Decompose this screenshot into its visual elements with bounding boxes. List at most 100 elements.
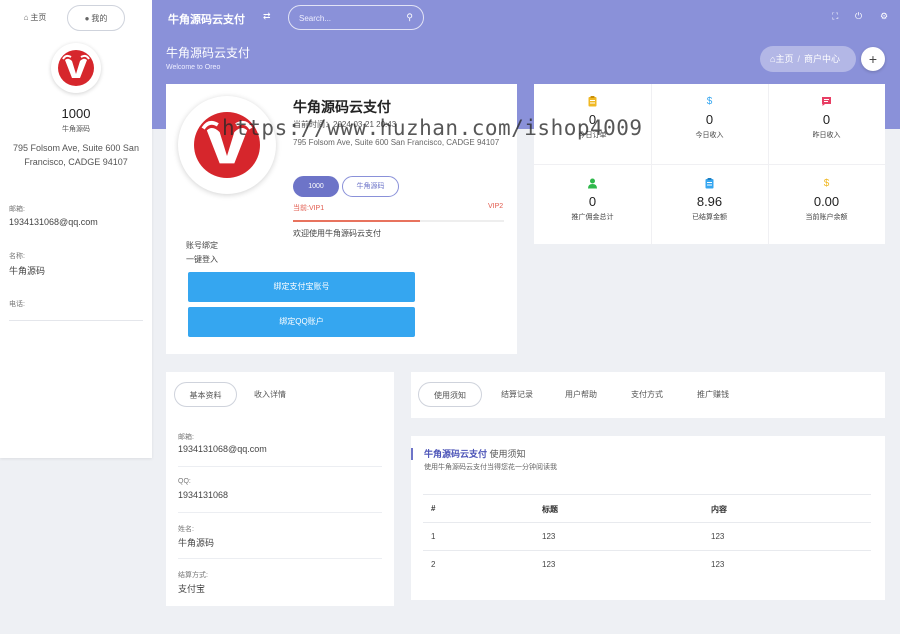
info-divider [178, 466, 382, 467]
table-cell: 123 [711, 560, 725, 569]
vip-next: VIP2 [488, 203, 504, 210]
info-name-value: 牛角源码 [178, 538, 215, 548]
info-settlement-value: 支付宝 [178, 584, 206, 594]
stat-label: 已结算金额 [692, 214, 727, 221]
notice-title: 牛角源码云支付 使用须知 [424, 449, 526, 459]
info-qq-value: 1934131068 [178, 490, 229, 500]
profile-avatar [178, 96, 276, 194]
bind-qq-button[interactable]: 绑定QQ账户 [188, 307, 415, 337]
table-divider [423, 494, 871, 495]
notice-tabs-card: 使用须知 结算记录 用户帮助 支付方式 推广赚钱 [411, 372, 885, 418]
user-icon [587, 178, 598, 189]
sidebar-name-label: 名称: [9, 253, 25, 260]
table-header-index: # [431, 504, 436, 513]
clipboard-icon [587, 96, 598, 107]
search-input[interactable] [299, 11, 399, 25]
stats-card: 0 今日订单 $ 0 今日收入 0 昨日收入 0 推广佣金总计 8.96 已结算… [534, 84, 885, 244]
gear-icon[interactable]: ⚙ [880, 11, 888, 22]
info-email-label: 邮箱: [178, 434, 194, 441]
basic-info-card: 基本资料 收入详情 邮箱: 1934131068@qq.com QQ: 1934… [166, 372, 394, 606]
topbar: 牛角源码云支付 ⇄ ⚲ ⛶ ⏻ ⚙ [152, 0, 900, 35]
table-divider [423, 522, 871, 523]
stat-label: 今日收入 [695, 132, 724, 139]
breadcrumb-separator: / [797, 54, 800, 64]
tab-usage-notice[interactable]: 使用须知 [418, 382, 482, 407]
tab-payment-methods[interactable]: 支付方式 [623, 382, 671, 407]
title-accent-bar [411, 448, 413, 460]
breadcrumb: ⌂主页 / 商户中心 [760, 46, 856, 72]
table-cell[interactable]: 123 [542, 532, 555, 541]
sidebar: ⌂ 主页 ● 我的 1000 牛角源码 795 Folsom Ave, Suite … [0, 0, 152, 458]
stat-label: 当前账户余额 [805, 214, 848, 221]
sidebar-balance: 1000 [61, 106, 91, 121]
info-settlement-label: 结算方式: [178, 572, 208, 579]
dollar-icon: $ [823, 178, 830, 189]
stat-value: 0 [705, 112, 714, 127]
table-header-title: 标题 [542, 505, 558, 514]
sidebar-avatar [51, 43, 101, 93]
tab-settlement-records[interactable]: 结算记录 [493, 382, 541, 407]
sidebar-tab-mine[interactable]: ● 我的 [67, 5, 125, 31]
stat-value: 0 [822, 112, 831, 127]
message-icon [821, 96, 832, 107]
stat-today-income: $ 0 今日收入 [651, 96, 768, 140]
breadcrumb-home[interactable]: 主页 [775, 54, 793, 64]
page-title: 牛角源码云支付 [166, 46, 251, 60]
user-icon: ● [84, 14, 90, 23]
bull-logo-icon [62, 54, 90, 78]
table-divider [423, 550, 871, 551]
quick-login-label: 一键登入 [186, 255, 218, 264]
usage-notice-card: 牛角源码云支付 使用须知 使用牛角源码云支付当得您花一分钟阅读我 # 标题 内容… [411, 436, 885, 600]
sidebar-email-value: 1934131068@qq.com [9, 217, 98, 227]
power-icon[interactable]: ⏻ [855, 11, 862, 22]
clipboard-icon [704, 178, 715, 189]
stat-settled-amount: 8.96 已结算金额 [651, 178, 768, 222]
brand-title[interactable]: 牛角源码云支付 [168, 11, 245, 27]
add-button[interactable]: + [861, 47, 885, 71]
search-icon[interactable]: ⚲ [406, 12, 413, 23]
sidebar-name-value: 牛角源码 [9, 266, 46, 276]
stat-yesterday-income: 0 昨日收入 [768, 96, 885, 140]
tab-user-help[interactable]: 用户帮助 [557, 382, 605, 407]
stat-label: 昨日收入 [812, 132, 841, 139]
sidebar-tab-home[interactable]: ⌂ 主页 [10, 5, 60, 31]
info-name-label: 姓名: [178, 526, 194, 533]
sidebar-phone-label: 电话: [9, 301, 25, 308]
stat-value: 8.96 [696, 194, 723, 209]
page-subtitle: Welcome to Oreo [166, 64, 221, 71]
tab-income-details[interactable]: 收入详情 [246, 382, 294, 407]
table-cell: 1 [431, 532, 436, 541]
info-qq-label: QQ: [178, 478, 191, 485]
vip-progress-bar [293, 220, 504, 222]
stat-value: 0.00 [813, 194, 840, 209]
table-cell: 2 [431, 560, 436, 569]
stats-divider [534, 164, 885, 165]
search-box: ⚲ [288, 5, 424, 30]
vip-current: 当前:VIP1 [293, 205, 325, 212]
stat-referral-total: 0 推广佣金总计 [534, 178, 651, 222]
table-cell: 123 [711, 532, 725, 541]
notice-subtitle: 使用牛角源码云支付当得您花一分钟阅读我 [424, 464, 557, 471]
sidebar-email-label: 邮箱: [9, 206, 25, 213]
sidebar-divider [9, 320, 143, 321]
tab-referral-earn[interactable]: 推广赚钱 [689, 382, 737, 407]
sidebar-address: 795 Folsom Ave, Suite 600 San Francisco,… [13, 143, 139, 167]
watermark-url: https://www.huzhan.com/ishop4009 [222, 116, 643, 140]
sidebar-tabs: ⌂ 主页 ● 我的 [0, 0, 152, 36]
fullscreen-icon[interactable]: ⛶ [832, 11, 838, 22]
info-email-value: 1934131068@qq.com [178, 444, 267, 454]
balance-badge[interactable]: 1000 [293, 176, 339, 197]
bind-alipay-button[interactable]: 绑定支付宝账号 [188, 272, 415, 302]
breadcrumb-current: 商户中心 [803, 54, 840, 64]
table-cell[interactable]: 123 [542, 560, 555, 569]
tab-basic-info[interactable]: 基本资料 [174, 382, 237, 407]
vip-progress-fill [293, 220, 420, 222]
name-badge[interactable]: 牛角源码 [342, 176, 399, 197]
sidebar-username: 牛角源码 [62, 126, 90, 133]
table-header-content: 内容 [711, 505, 727, 514]
profile-name: 牛角源码云支付 [293, 99, 391, 115]
swap-icon[interactable]: ⇄ [263, 11, 271, 22]
welcome-text: 欢迎使用牛角源码云支付 [293, 229, 381, 238]
info-divider [178, 558, 382, 559]
info-divider [178, 512, 382, 513]
